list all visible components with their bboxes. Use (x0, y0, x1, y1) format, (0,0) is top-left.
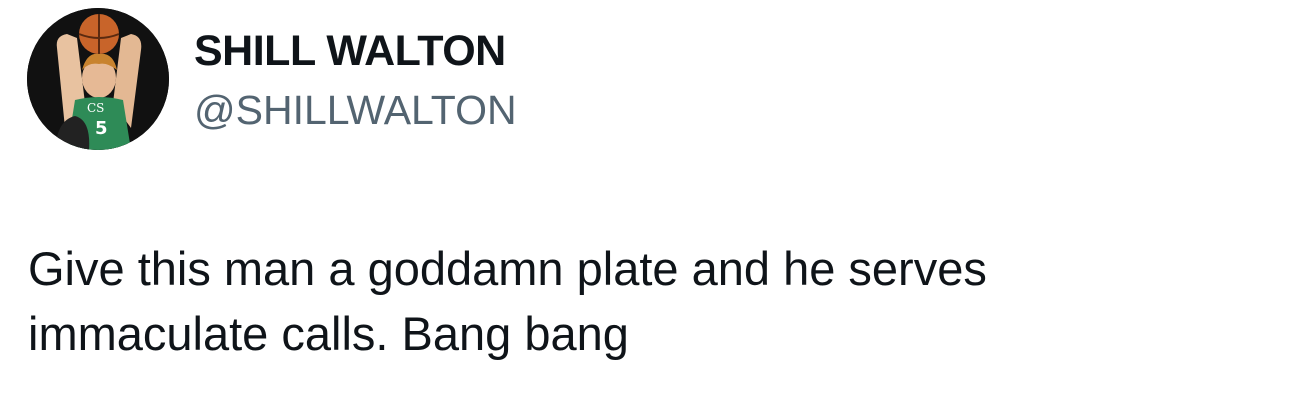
svg-text:CS: CS (87, 101, 104, 115)
avatar[interactable]: CS 5 (27, 8, 169, 150)
author-block: SHILL WALTON @SHILLWALTON (194, 26, 517, 134)
tweet-text-line: immaculate calls. Bang bang (28, 307, 629, 360)
svg-text:5: 5 (95, 118, 108, 139)
tweet-text: Give this man a goddamn plate and he ser… (28, 236, 1248, 366)
tweet-text-line: Give this man a goddamn plate and he ser… (28, 242, 987, 295)
user-handle[interactable]: @SHILLWALTON (194, 86, 517, 134)
tweet: CS 5 SHILL WALTON @SHILLWALTON Give this… (0, 0, 1290, 415)
display-name[interactable]: SHILL WALTON (194, 26, 517, 76)
avatar-photo-icon: CS 5 (27, 8, 169, 150)
